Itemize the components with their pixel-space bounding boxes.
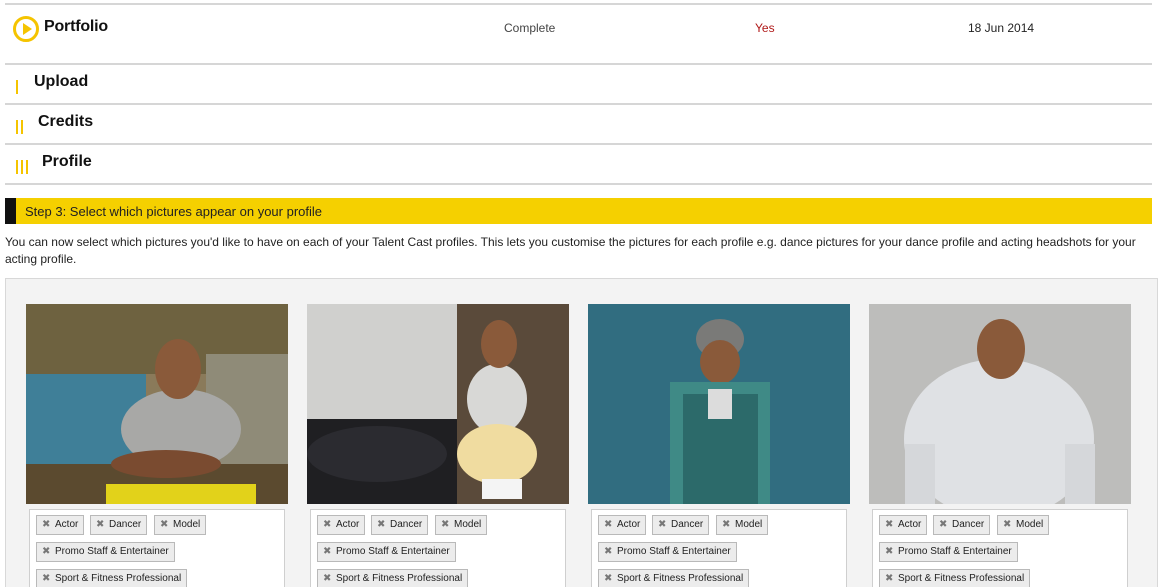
portfolio-date: 18 Jun 2014 bbox=[968, 21, 1035, 35]
tag-dancer[interactable]: ✖ Dancer bbox=[90, 515, 148, 535]
remove-icon[interactable]: ✖ bbox=[722, 516, 730, 534]
remove-icon[interactable]: ✖ bbox=[160, 516, 168, 534]
section-profile-label: Profile bbox=[42, 153, 92, 170]
remove-icon[interactable]: ✖ bbox=[42, 570, 50, 587]
tag-model[interactable]: ✖ Model bbox=[154, 515, 207, 535]
portfolio-verified: Yes bbox=[755, 21, 775, 35]
remove-icon[interactable]: ✖ bbox=[323, 570, 331, 587]
tag-dancer[interactable]: ✖ Dancer bbox=[371, 515, 429, 535]
profile-tag-box: ✖ Actor ✖ Dancer ✖ Model ✖ Promo Staff & Ent… bbox=[872, 509, 1128, 587]
remove-icon[interactable]: ✖ bbox=[885, 516, 893, 534]
remove-icon[interactable]: ✖ bbox=[42, 543, 50, 561]
tag-promo-staff[interactable]: ✖ Promo Staff & Entertainer bbox=[36, 542, 175, 562]
remove-icon[interactable]: ✖ bbox=[885, 570, 893, 587]
remove-icon[interactable]: ✖ bbox=[323, 516, 331, 534]
tag-sport-fitness[interactable]: ✖ Sport & Fitness Professional bbox=[36, 569, 188, 587]
tag-promo-staff[interactable]: ✖ Promo Staff & Entertainer bbox=[879, 542, 1018, 562]
profile-tag-box: ✖ Actor ✖ Dancer ✖ Model ✖ Promo Staff & Ent… bbox=[310, 509, 566, 587]
intro-text: You can now select which pictures you'd … bbox=[5, 235, 1136, 266]
profile-tag-box: ✖ Actor ✖ Dancer ✖ Model ✖ Promo Staff & Ent… bbox=[29, 509, 285, 587]
tag-dancer[interactable]: ✖ Dancer bbox=[933, 515, 991, 535]
tag-actor[interactable]: ✖ Actor bbox=[598, 515, 647, 535]
remove-icon[interactable]: ✖ bbox=[658, 516, 666, 534]
remove-icon[interactable]: ✖ bbox=[604, 543, 612, 561]
remove-icon[interactable]: ✖ bbox=[1003, 516, 1011, 534]
step-3-bars-icon bbox=[16, 160, 28, 174]
tag-sport-fitness[interactable]: ✖ Sport & Fitness Professional bbox=[317, 569, 469, 587]
tag-model[interactable]: ✖ Model bbox=[435, 515, 488, 535]
portfolio-status: Complete bbox=[504, 21, 556, 35]
tag-actor[interactable]: ✖ Actor bbox=[36, 515, 85, 535]
step-1-bars-icon bbox=[16, 80, 18, 94]
remove-icon[interactable]: ✖ bbox=[323, 543, 331, 561]
remove-icon[interactable]: ✖ bbox=[604, 570, 612, 587]
tag-actor[interactable]: ✖ Actor bbox=[317, 515, 366, 535]
tag-sport-fitness[interactable]: ✖ Sport & Fitness Professional bbox=[598, 569, 750, 587]
section-credits-label: Credits bbox=[38, 113, 94, 130]
remove-icon[interactable]: ✖ bbox=[42, 516, 50, 534]
remove-icon[interactable]: ✖ bbox=[96, 516, 104, 534]
remove-icon[interactable]: ✖ bbox=[441, 516, 449, 534]
tag-model[interactable]: ✖ Model bbox=[997, 515, 1050, 535]
photo-gallery: ✖ Actor ✖ Dancer ✖ Model ✖ Promo Staff & Ent… bbox=[5, 278, 1158, 587]
remove-icon[interactable]: ✖ bbox=[939, 516, 947, 534]
remove-icon[interactable]: ✖ bbox=[377, 516, 385, 534]
step-title: Step 3: Select which pictures appear on … bbox=[25, 204, 323, 219]
section-profile[interactable]: Profile bbox=[5, 143, 1152, 185]
tag-actor[interactable]: ✖ Actor bbox=[879, 515, 928, 535]
portfolio-title: Portfolio bbox=[44, 18, 108, 35]
section-upload-label: Upload bbox=[34, 73, 89, 90]
section-upload[interactable]: Upload bbox=[5, 63, 1152, 105]
portfolio-row[interactable]: Portfolio Complete Yes 18 Jun 2014 bbox=[5, 3, 1152, 65]
profile-photo[interactable] bbox=[869, 304, 1131, 504]
tag-model[interactable]: ✖ Model bbox=[716, 515, 769, 535]
step-2-bars-icon bbox=[16, 120, 23, 134]
remove-icon[interactable]: ✖ bbox=[604, 516, 612, 534]
step-banner: Step 3: Select which pictures appear on … bbox=[5, 198, 1152, 224]
profile-photo[interactable] bbox=[307, 304, 569, 504]
tag-dancer[interactable]: ✖ Dancer bbox=[652, 515, 710, 535]
profile-photo[interactable] bbox=[26, 304, 288, 504]
play-circle-icon bbox=[13, 16, 39, 42]
tag-promo-staff[interactable]: ✖ Promo Staff & Entertainer bbox=[317, 542, 456, 562]
section-credits[interactable]: Credits bbox=[5, 103, 1152, 145]
tag-sport-fitness[interactable]: ✖ Sport & Fitness Professional bbox=[879, 569, 1031, 587]
remove-icon[interactable]: ✖ bbox=[885, 543, 893, 561]
tag-promo-staff[interactable]: ✖ Promo Staff & Entertainer bbox=[598, 542, 737, 562]
profile-photo[interactable] bbox=[588, 304, 850, 504]
profile-tag-box: ✖ Actor ✖ Dancer ✖ Model ✖ Promo Staff & Ent… bbox=[591, 509, 847, 587]
